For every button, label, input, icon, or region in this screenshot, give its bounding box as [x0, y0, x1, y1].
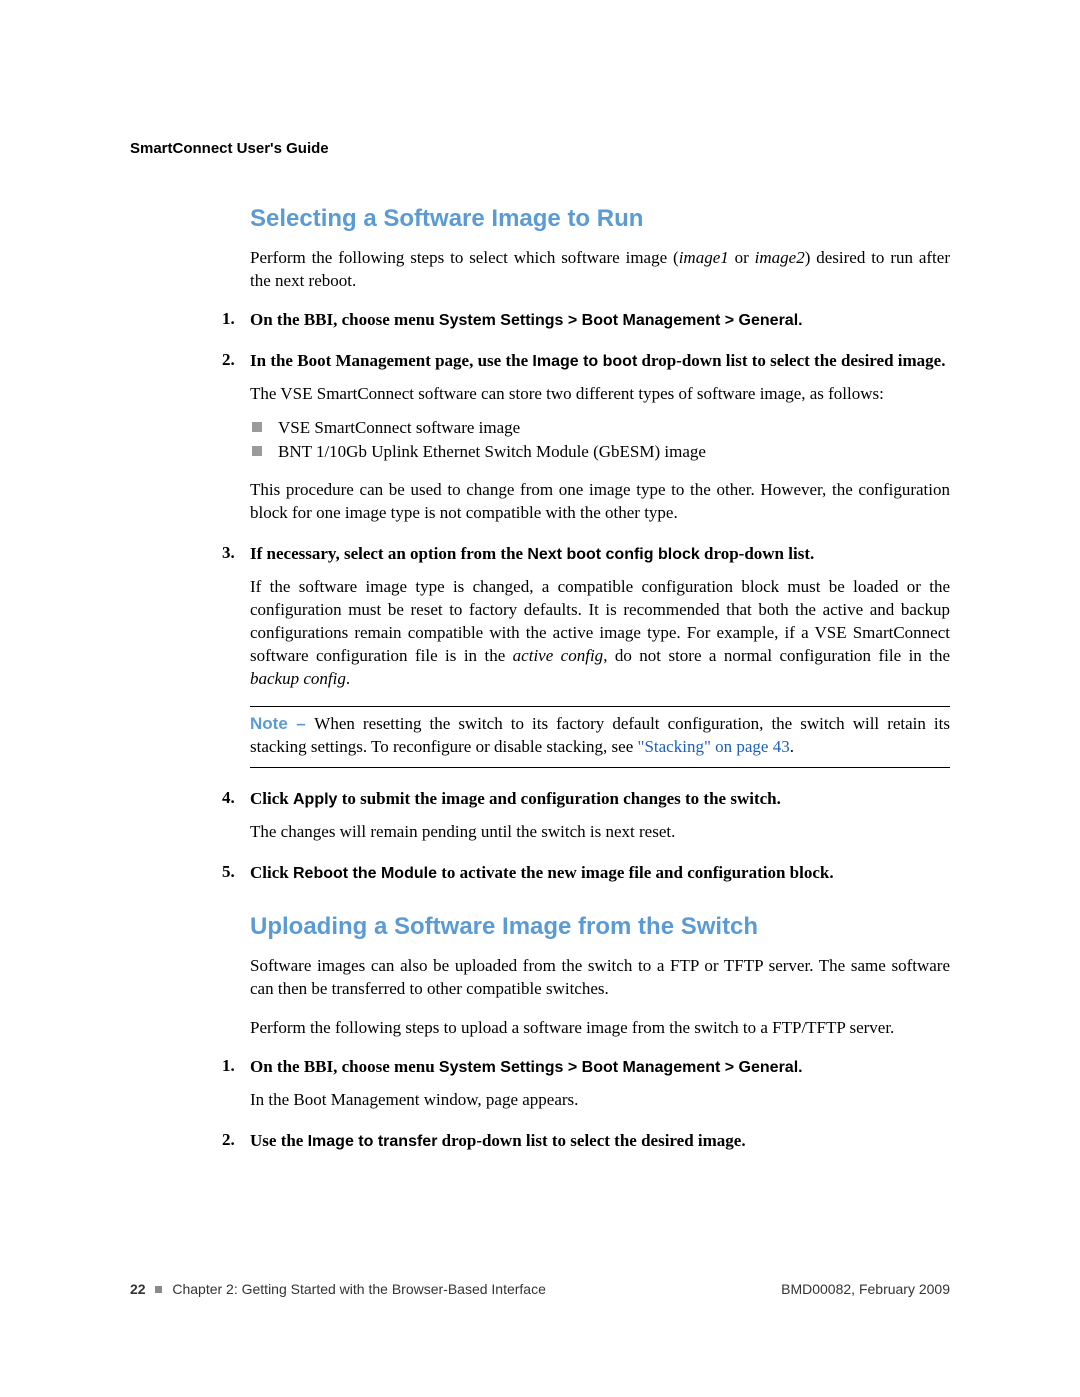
step-1: 1. On the BBI, choose menu System Settin…	[250, 309, 950, 332]
ui-element: Reboot the Module	[293, 865, 437, 882]
section-heading: Uploading a Software Image from the Swit…	[250, 913, 950, 941]
section-heading: Selecting a Software Image to Run	[250, 205, 950, 233]
chapter-title: Chapter 2: Getting Started with the Brow…	[172, 1281, 546, 1297]
body-text: In the Boot Management window, page appe…	[250, 1089, 950, 1112]
bold-text: On the BBI, choose menu	[250, 310, 439, 329]
bold-text: drop-down list to select the desired ima…	[637, 351, 945, 370]
bold-text: drop-down list to select the desired ima…	[437, 1131, 745, 1150]
text: BNT 1/10Gb Uplink Ethernet Switch Module…	[278, 442, 706, 461]
step-text: Click Reboot the Module to activate the …	[250, 862, 950, 885]
body-text: If the software image type is changed, a…	[250, 576, 950, 691]
intro-paragraph: Perform the following steps to select wh…	[250, 247, 950, 293]
ui-element: Next boot config block	[527, 546, 699, 563]
body-text: This procedure can be used to change fro…	[250, 479, 950, 525]
italic-text: backup config	[250, 669, 346, 688]
footer-right: BMD00082, February 2009	[781, 1281, 950, 1297]
bold-text: to activate the new image file and confi…	[437, 863, 834, 882]
bold-text: Click	[250, 789, 293, 808]
step-2: 2. In the Boot Management page, use the …	[250, 350, 950, 525]
ui-element: Image to boot	[532, 353, 637, 370]
square-separator-icon	[155, 1286, 162, 1293]
note-text: .	[790, 737, 794, 756]
bullet-list: VSE SmartConnect software image BNT 1/10…	[250, 416, 950, 465]
step-2: 2. Use the Image to transfer drop-down l…	[250, 1130, 950, 1153]
body-text: The changes will remain pending until th…	[250, 821, 950, 844]
ui-path: System Settings > Boot Management > Gene…	[439, 312, 803, 329]
cross-reference-link[interactable]: "Stacking" on page 43	[638, 737, 790, 756]
square-bullet-icon	[252, 446, 262, 456]
list-item: BNT 1/10Gb Uplink Ethernet Switch Module…	[250, 440, 950, 465]
list-item: VSE SmartConnect software image	[250, 416, 950, 441]
bold-text: drop-down list.	[700, 544, 814, 563]
step-number: 2.	[222, 1130, 250, 1153]
footer-left: 22 Chapter 2: Getting Started with the B…	[130, 1281, 546, 1297]
step-1: 1. On the BBI, choose menu System Settin…	[250, 1056, 950, 1112]
step-number: 1.	[222, 309, 250, 332]
bold-text: On the BBI, choose menu	[250, 1057, 439, 1076]
step-3: 3. If necessary, select an option from t…	[250, 543, 950, 769]
body-text: Perform the following steps to upload a …	[250, 1017, 950, 1040]
document-page: SmartConnect User's Guide Selecting a So…	[0, 0, 1080, 1397]
page-number: 22	[130, 1281, 146, 1297]
main-content: Selecting a Software Image to Run Perfor…	[250, 205, 950, 1153]
text: Perform the following steps to select wh…	[250, 248, 679, 267]
step-text: On the BBI, choose menu System Settings …	[250, 309, 950, 332]
text: or	[729, 248, 755, 267]
bold-text: If necessary, select an option from the	[250, 544, 527, 563]
step-number: 4.	[222, 788, 250, 811]
italic-text: active config	[513, 646, 604, 665]
note-label: Note –	[250, 714, 314, 733]
note-text: When resetting the switch to its factory…	[250, 714, 950, 756]
step-number: 1.	[222, 1056, 250, 1079]
italic-text: image2	[755, 248, 805, 267]
bold-text: In the Boot Management page, use the	[250, 351, 532, 370]
step-number: 2.	[222, 350, 250, 373]
step-5: 5. Click Reboot the Module to activate t…	[250, 862, 950, 885]
note-callout: Note – When resetting the switch to its …	[250, 706, 950, 768]
step-text: Click Apply to submit the image and conf…	[250, 788, 950, 811]
bold-text: Click	[250, 863, 293, 882]
text: .	[346, 669, 350, 688]
text: , do not store a normal configuration fi…	[603, 646, 950, 665]
intro-paragraph: Software images can also be uploaded fro…	[250, 955, 950, 1001]
ui-element: Apply	[293, 791, 337, 808]
bold-text: Use the	[250, 1131, 308, 1150]
bold-text: to submit the image and configuration ch…	[337, 789, 780, 808]
step-text: Use the Image to transfer drop-down list…	[250, 1130, 950, 1153]
step-4: 4. Click Apply to submit the image and c…	[250, 788, 950, 844]
page-footer: 22 Chapter 2: Getting Started with the B…	[130, 1281, 950, 1297]
step-text: In the Boot Management page, use the Ima…	[250, 350, 950, 373]
body-text: The VSE SmartConnect software can store …	[250, 383, 950, 406]
text: VSE SmartConnect software image	[278, 418, 520, 437]
step-text: On the BBI, choose menu System Settings …	[250, 1056, 950, 1079]
running-header: SmartConnect User's Guide	[130, 140, 950, 157]
step-number: 3.	[222, 543, 250, 566]
step-number: 5.	[222, 862, 250, 885]
ui-element: Image to transfer	[308, 1133, 438, 1150]
step-text: If necessary, select an option from the …	[250, 543, 950, 566]
ui-path: System Settings > Boot Management > Gene…	[439, 1059, 803, 1076]
italic-text: image1	[679, 248, 729, 267]
square-bullet-icon	[252, 422, 262, 432]
